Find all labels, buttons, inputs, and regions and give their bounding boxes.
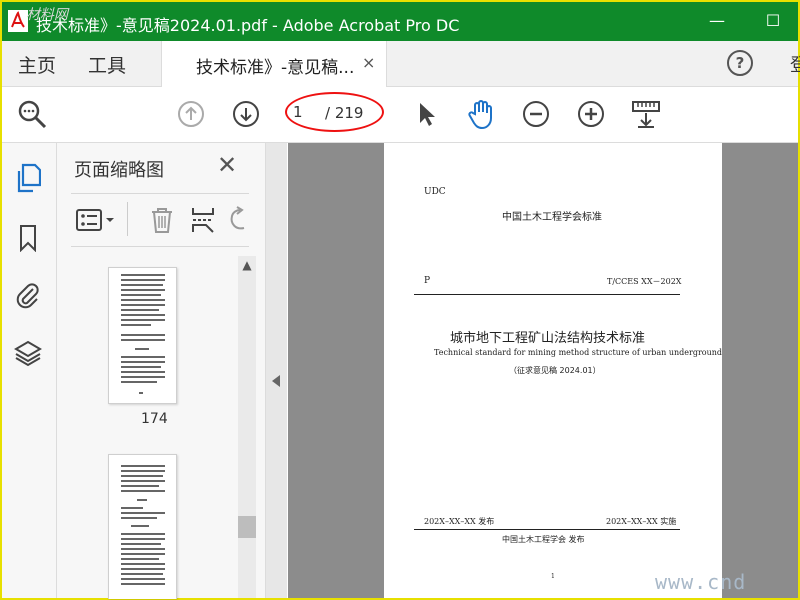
doc-code: T/CCES XX－202X	[607, 277, 682, 286]
page-thumbnails-panel: 页面缩略图 ✕ 174 ▲	[57, 143, 266, 599]
minimize-button[interactable]: —	[704, 9, 730, 33]
prev-page-icon[interactable]	[175, 98, 207, 130]
doc-publisher: 中国土木工程学会 发布	[502, 535, 585, 544]
rotate-page-icon[interactable]	[223, 206, 253, 234]
bookmarks-icon[interactable]	[14, 223, 42, 253]
doc-publish-date: 202X–XX–XX 发布	[424, 517, 495, 526]
select-pointer-icon[interactable]	[410, 98, 442, 130]
attachments-icon[interactable]	[14, 280, 42, 310]
title-bar: 技术标准》-意见稿2024.01.pdf - Adobe Acrobat Pro…	[2, 2, 798, 41]
maximize-button[interactable]: ☐	[760, 9, 786, 33]
site-watermark: www.cnd	[655, 570, 747, 594]
panel-collapse-gutter[interactable]	[266, 143, 287, 598]
page-navigator: / 219	[285, 92, 384, 132]
main-toolbar: / 219	[2, 87, 798, 143]
fit-page-icon[interactable]	[630, 98, 662, 130]
help-button[interactable]: ?	[727, 50, 753, 76]
tab-document[interactable]: 技术标准》-意见稿... ×	[161, 41, 387, 87]
left-icon-rail	[2, 143, 57, 598]
doc-top-rule	[414, 294, 680, 295]
annotation-ellipse	[285, 92, 384, 132]
corner-watermark: 材料网	[26, 7, 68, 23]
doc-draft: （征求意见稿 2024.01）	[509, 366, 601, 375]
close-tab-button[interactable]: ×	[362, 53, 375, 72]
doc-title-cn: 城市地下工程矿山法结构技术标准	[450, 331, 646, 346]
layers-icon[interactable]	[14, 338, 42, 368]
search-zoom-icon[interactable]	[16, 98, 48, 130]
thumbnail-options-icon[interactable]	[73, 206, 117, 234]
toolbar-divider	[127, 202, 128, 236]
tabs-bar: 主页 工具 技术标准》-意见稿... × ? 登	[2, 41, 800, 87]
thumbnail-label: 174	[141, 411, 168, 427]
doc-p: P	[424, 276, 431, 286]
thumbnail-scrollbar[interactable]: ▲	[238, 256, 256, 598]
document-tab-label: 技术标准》-意见稿...	[196, 58, 355, 78]
panel-toolbar	[71, 193, 249, 247]
window-title: 技术标准》-意见稿2024.01.pdf - Adobe Acrobat Pro…	[36, 16, 460, 35]
hand-tool-icon[interactable]	[465, 98, 497, 130]
zoom-in-icon[interactable]	[575, 98, 607, 130]
delete-page-icon[interactable]	[147, 206, 177, 234]
scroll-up-icon[interactable]: ▲	[238, 256, 256, 274]
sign-in-link[interactable]: 登	[790, 51, 800, 77]
doc-page-marker: 1	[551, 573, 555, 580]
thumbnail-page-175[interactable]	[108, 454, 177, 599]
thumbnail-page-174[interactable]	[108, 267, 177, 404]
doc-bottom-rule	[414, 529, 680, 530]
insert-page-icon[interactable]	[188, 206, 218, 234]
panel-title: 页面缩略图	[74, 160, 164, 181]
doc-society-standard: 中国土木工程学会标准	[502, 212, 602, 223]
scrollbar-thumb[interactable]	[238, 516, 256, 538]
tab-home[interactable]: 主页	[18, 51, 56, 78]
zoom-out-icon[interactable]	[520, 98, 552, 130]
document-page: UDC 中国土木工程学会标准 P T/CCES XX－202X 城市地下工程矿山…	[384, 143, 722, 598]
doc-udc: UDC	[424, 187, 446, 197]
page-thumbnails-icon[interactable]	[14, 163, 42, 193]
collapse-arrow-icon[interactable]	[272, 375, 280, 387]
doc-implement-date: 202X–XX–XX 实施	[606, 517, 677, 526]
doc-title-en: Technical standard for mining method str…	[434, 348, 723, 357]
acrobat-app-icon	[8, 10, 28, 32]
tab-tools[interactable]: 工具	[88, 51, 126, 78]
next-page-icon[interactable]	[230, 98, 262, 130]
document-viewer[interactable]: UDC 中国土木工程学会标准 P T/CCES XX－202X 城市地下工程矿山…	[288, 143, 798, 598]
panel-close-button[interactable]: ✕	[217, 151, 237, 179]
